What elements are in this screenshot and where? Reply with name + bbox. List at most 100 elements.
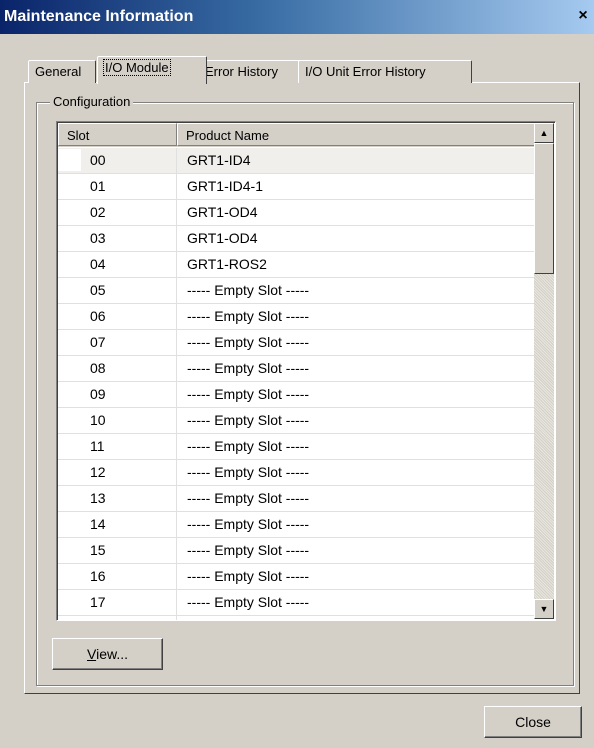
slot-cell: 07 — [90, 334, 106, 350]
table-row[interactable]: 01 GRT1-ID4-1 — [58, 174, 534, 200]
column-header-product-name[interactable]: Product Name — [177, 123, 535, 146]
slot-cell: 15 — [90, 542, 106, 558]
product-name-cell: ----- Empty Slot ----- — [187, 594, 310, 610]
column-separator — [176, 226, 177, 252]
slot-cell: 01 — [90, 178, 106, 194]
close-window-icon[interactable]: × — [574, 7, 592, 25]
product-name-cell: GRT1-ROS2 — [187, 256, 267, 272]
list-rows: 00 GRT1-ID4 01 GRT1-ID4-1 02 GRT1-OD4 03 GRT1-O… — [58, 148, 534, 621]
table-row[interactable]: 06 ----- Empty Slot ----- — [58, 304, 534, 330]
tab-error-history-label: Error History — [205, 64, 278, 79]
column-separator — [176, 382, 177, 408]
product-name-cell: ----- Empty Slot ----- — [187, 516, 310, 532]
slot-cell: 04 — [90, 256, 106, 272]
column-separator — [176, 356, 177, 382]
product-name-cell: GRT1-ID4-1 — [187, 178, 263, 194]
table-row[interactable]: 00 GRT1-ID4 — [58, 148, 534, 174]
table-row[interactable]: 07 ----- Empty Slot ----- — [58, 330, 534, 356]
product-name-cell: ----- Empty Slot ----- — [187, 386, 310, 402]
slot-cell: 02 — [90, 204, 106, 220]
column-separator — [176, 408, 177, 434]
product-name-cell: ----- Empty Slot ----- — [187, 438, 310, 454]
close-button[interactable]: Close — [484, 706, 582, 738]
title-bar: Maintenance Information × — [0, 0, 594, 34]
column-separator — [176, 616, 177, 620]
table-row[interactable]: 12 ----- Empty Slot ----- — [58, 460, 534, 486]
product-name-cell: ----- Empty Slot ----- — [187, 360, 310, 376]
product-name-cell: ----- Empty Slot ----- — [187, 412, 310, 428]
row-focus-box — [58, 149, 81, 171]
table-row[interactable]: 05 ----- Empty Slot ----- — [58, 278, 534, 304]
slot-cell: 06 — [90, 308, 106, 324]
view-button-mnemonic: V — [87, 646, 97, 662]
table-row[interactable]: 11 ----- Empty Slot ----- — [58, 434, 534, 460]
view-button-label: iew... — [96, 646, 128, 662]
slot-cell: 18 — [90, 620, 106, 621]
table-row[interactable]: 13 ----- Empty Slot ----- — [58, 486, 534, 512]
slot-cell: 11 — [90, 438, 105, 454]
table-row[interactable]: 16 ----- Empty Slot ----- — [58, 564, 534, 590]
slot-cell: 16 — [90, 568, 106, 584]
tab-io-unit-error-history-label: I/O Unit Error History — [305, 64, 426, 79]
column-separator — [176, 460, 177, 486]
tab-general-label: General — [35, 64, 82, 79]
window-title: Maintenance Information — [4, 8, 194, 25]
column-header-slot[interactable]: Slot — [58, 123, 177, 146]
table-row[interactable]: 15 ----- Empty Slot ----- — [58, 538, 534, 564]
slot-list[interactable]: Slot Product Name 00 GRT1-ID4 01 GRT1-ID4-1… — [56, 121, 556, 621]
slot-cell: 13 — [90, 490, 106, 506]
slot-cell: 14 — [90, 516, 106, 532]
product-name-cell: ----- Empty Slot ----- — [187, 568, 310, 584]
tab-io-unit-error-history[interactable]: I/O Unit Error History — [298, 60, 472, 83]
table-row[interactable]: 17 ----- Empty Slot ----- — [58, 590, 534, 616]
product-name-cell: ----- Empty Slot ----- — [187, 620, 309, 621]
slot-cell: 12 — [90, 464, 106, 480]
column-separator — [176, 512, 177, 538]
table-row[interactable]: 09 ----- Empty Slot ----- — [58, 382, 534, 408]
table-row[interactable]: 02 GRT1-OD4 — [58, 200, 534, 226]
vertical-scrollbar[interactable]: ▲ ▼ — [534, 123, 554, 619]
column-separator — [176, 330, 177, 356]
slot-cell: 10 — [90, 412, 106, 428]
product-name-cell: ----- Empty Slot ----- — [187, 490, 310, 506]
tab-error-history[interactable]: Error History — [198, 60, 304, 83]
list-header: Slot Product Name — [58, 123, 535, 147]
column-separator — [176, 564, 177, 590]
column-separator — [176, 278, 177, 304]
table-row[interactable]: 03 GRT1-OD4 — [58, 226, 534, 252]
slot-cell: 17 — [90, 594, 106, 610]
tab-io-module[interactable]: I/O Module — [97, 56, 207, 84]
column-separator — [176, 174, 177, 200]
table-row[interactable]: 18 ----- Empty Slot ----- — [58, 616, 534, 621]
slot-cell: 03 — [90, 230, 106, 246]
column-separator — [176, 590, 177, 616]
product-name-cell: ----- Empty Slot ----- — [187, 308, 310, 324]
scrollbar-thumb[interactable] — [534, 143, 554, 274]
column-separator — [176, 252, 177, 278]
product-name-cell: ----- Empty Slot ----- — [187, 334, 310, 350]
configuration-label: Configuration — [50, 94, 134, 109]
product-name-cell: GRT1-OD4 — [187, 230, 258, 246]
product-name-cell: GRT1-ID4 — [187, 152, 251, 168]
scroll-down-arrow-icon[interactable]: ▼ — [534, 599, 554, 619]
scroll-up-arrow-icon[interactable]: ▲ — [534, 123, 554, 143]
tab-io-module-label: I/O Module — [103, 59, 171, 76]
slot-cell: 00 — [90, 152, 106, 168]
table-row[interactable]: 10 ----- Empty Slot ----- — [58, 408, 534, 434]
product-name-cell: ----- Empty Slot ----- — [187, 282, 310, 298]
slot-cell: 09 — [90, 386, 106, 402]
tab-general[interactable]: General — [28, 60, 96, 83]
column-separator — [176, 538, 177, 564]
product-name-cell: GRT1-OD4 — [187, 204, 258, 220]
table-row[interactable]: 08 ----- Empty Slot ----- — [58, 356, 534, 382]
table-row[interactable]: 04 GRT1-ROS2 — [58, 252, 534, 278]
slot-cell: 08 — [90, 360, 106, 376]
column-separator — [176, 148, 177, 174]
column-separator — [176, 434, 177, 460]
product-name-cell: ----- Empty Slot ----- — [187, 464, 310, 480]
view-button[interactable]: View... — [52, 638, 163, 670]
slot-cell: 05 — [90, 282, 106, 298]
column-separator — [176, 486, 177, 512]
table-row[interactable]: 14 ----- Empty Slot ----- — [58, 512, 534, 538]
column-separator — [176, 200, 177, 226]
